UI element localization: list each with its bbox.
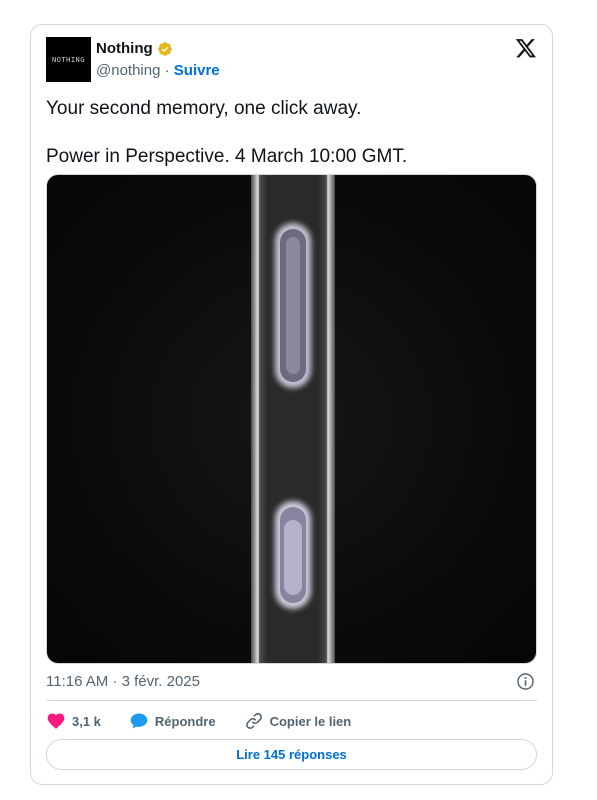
like-button[interactable]: 3,1 k	[46, 711, 101, 731]
phone-side-buttons-image	[251, 175, 335, 663]
x-logo-icon[interactable]	[515, 37, 537, 59]
link-icon	[245, 713, 262, 729]
verified-badge-icon	[157, 41, 172, 56]
avatar[interactable]: NOTHING	[46, 37, 91, 82]
separator-dot: ·	[164, 62, 170, 79]
embedded-tweet-card: NOTHING Nothing @nothing · Suivre Your s…	[30, 24, 553, 785]
info-icon[interactable]	[516, 672, 535, 691]
author-handle[interactable]: @nothing	[96, 62, 160, 79]
tweet-actions-bar: 3,1 k Répondre Copier le lien	[46, 711, 379, 731]
read-replies-button[interactable]: Lire 145 réponses	[46, 739, 537, 770]
like-count: 3,1 k	[72, 713, 101, 729]
tweet-timestamp[interactable]: 11:16 AM · 3 févr. 2025	[46, 673, 200, 690]
copy-link-button[interactable]: Copier le lien	[244, 711, 352, 731]
heart-icon	[47, 713, 65, 729]
author-handle-row: @nothing · Suivre	[96, 62, 220, 79]
tweet-media-image[interactable]	[46, 174, 537, 664]
author-name-row: Nothing	[96, 40, 173, 57]
follow-button[interactable]: Suivre	[174, 62, 220, 79]
tweet-text-line-2: Power in Perspective. 4 March 10:00 GMT.	[46, 146, 408, 167]
avatar-logo-text: NOTHING	[51, 55, 85, 64]
divider	[46, 700, 537, 701]
speech-bubble-icon	[130, 713, 148, 729]
reply-button[interactable]: Répondre	[129, 711, 216, 731]
author-name[interactable]: Nothing	[96, 40, 153, 57]
reply-label: Répondre	[154, 713, 216, 729]
copy-link-label: Copier le lien	[269, 713, 352, 729]
tweet-text: Your second memory, one click away. Powe…	[46, 97, 536, 169]
tweet-text-line-1: Your second memory, one click away.	[46, 98, 362, 119]
